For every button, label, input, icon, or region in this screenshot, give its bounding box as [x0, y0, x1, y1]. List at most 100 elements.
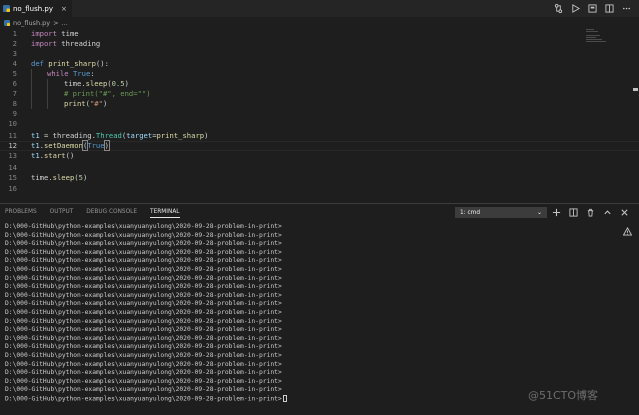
terminal-line: D:\000-GitHub\python-examples\xuanyuanyu… — [5, 343, 605, 352]
terminal-prompt: D:\000-GitHub\python-examples\xuanyuanyu… — [5, 395, 282, 403]
terminal-prompt: D:\000-GitHub\python-examples\xuanyuanyu… — [5, 231, 282, 239]
keyword: import — [31, 29, 57, 38]
breadcrumb-file[interactable]: no_flush.py — [13, 19, 50, 27]
terminal-line: D:\000-GitHub\python-examples\xuanyuanyu… — [5, 369, 605, 378]
variable: t1 — [31, 151, 40, 160]
warning-icon[interactable] — [623, 227, 632, 236]
function-name: print_sharp — [156, 131, 205, 140]
terminal-instance-select[interactable]: 1: cmd ⌄ — [455, 207, 547, 218]
breadcrumb-separator: > — [53, 19, 59, 27]
code-editor[interactable]: 1 import time 2 import threading 3 4 def pr… — [0, 29, 639, 203]
code-line-5: 5 while True: — [0, 69, 600, 79]
terminal-line: D:\000-GitHub\python-examples\xuanyuanyu… — [5, 352, 605, 361]
watermark: @51CTO博客 — [528, 389, 599, 402]
code-line-3: 3 — [0, 49, 600, 59]
new-terminal-icon[interactable] — [552, 208, 561, 217]
module-name: time — [64, 79, 82, 88]
variable: t1 — [31, 131, 40, 140]
line-number: 6 — [12, 79, 17, 88]
breadcrumb-symbols[interactable]: ... — [62, 19, 68, 27]
run-python-file-icon[interactable] — [570, 4, 580, 14]
panel-actions — [552, 206, 629, 218]
terminal-line: D:\000-GitHub\python-examples\xuanyuanyu… — [5, 309, 605, 318]
terminal-line: D:\000-GitHub\python-examples\xuanyuanyu… — [5, 335, 605, 344]
bottom-panel: PROBLEMS OUTPUT DEBUG CONSOLE TERMINAL 1… — [0, 203, 639, 415]
terminal-line: D:\000-GitHub\python-examples\xuanyuanyu… — [5, 318, 605, 327]
terminal-line: D:\000-GitHub\python-examples\xuanyuanyu… — [5, 232, 605, 241]
compare-changes-icon[interactable] — [553, 4, 563, 14]
close-tab-icon[interactable]: × — [61, 5, 67, 13]
terminal-prompt: D:\000-GitHub\python-examples\xuanyuanyu… — [5, 369, 282, 377]
terminal-line: D:\000-GitHub\python-examples\xuanyuanyu… — [5, 394, 605, 404]
function-name: sleep — [85, 79, 108, 88]
tab-no-flush-py[interactable]: no_flush.py × — [0, 0, 72, 17]
terminal-output[interactable]: D:\000-GitHub\python-examples\xuanyuanyu… — [5, 223, 605, 403]
split-terminal-icon[interactable] — [569, 207, 578, 217]
line-number: 14 — [8, 163, 17, 172]
tab-label: no_flush.py — [13, 4, 53, 13]
tab-terminal[interactable]: TERMINAL — [150, 209, 180, 218]
terminal-prompt: D:\000-GitHub\python-examples\xuanyuanyu… — [5, 223, 282, 230]
variable: t1 — [31, 141, 40, 150]
keyword: import — [31, 39, 57, 48]
punctuation: (): — [95, 59, 109, 68]
code-line-16: 16 — [0, 184, 600, 194]
code-line-14: 14 — [0, 163, 600, 173]
terminal-prompt: D:\000-GitHub\python-examples\xuanyuanyu… — [5, 248, 282, 256]
code-line-8: 8 print("#") — [0, 99, 600, 109]
code-line-15: 15 time.sleep(5) — [0, 173, 600, 183]
scrollbar-marker[interactable] — [633, 88, 638, 91]
code-line-1: 1 import time — [0, 29, 600, 39]
terminal-line: D:\000-GitHub\python-examples\xuanyuanyu… — [5, 292, 605, 301]
terminal-prompt: D:\000-GitHub\python-examples\xuanyuanyu… — [5, 351, 282, 359]
chevron-down-icon: ⌄ — [536, 209, 542, 216]
maximize-panel-icon[interactable] — [603, 208, 612, 217]
terminal-line: D:\000-GitHub\python-examples\xuanyuanyu… — [5, 361, 605, 370]
terminal-prompt: D:\000-GitHub\python-examples\xuanyuanyu… — [5, 326, 282, 334]
line-number: 1 — [12, 29, 17, 38]
constant: True — [68, 69, 91, 78]
function-name: start — [43, 151, 66, 160]
tab-debug-console[interactable]: DEBUG CONSOLE — [86, 209, 137, 215]
terminal-prompt: D:\000-GitHub\python-examples\xuanyuanyu… — [5, 274, 282, 282]
terminal-line: D:\000-GitHub\python-examples\xuanyuanyu… — [5, 378, 605, 387]
terminal-prompt: D:\000-GitHub\python-examples\xuanyuanyu… — [5, 360, 282, 368]
more-actions-icon[interactable] — [621, 4, 631, 14]
terminal-prompt: D:\000-GitHub\python-examples\xuanyuanyu… — [5, 240, 282, 248]
line-number: 8 — [12, 99, 17, 108]
terminal-prompt: D:\000-GitHub\python-examples\xuanyuanyu… — [5, 257, 282, 265]
class-name: Thread — [95, 131, 122, 140]
line-number: 10 — [8, 119, 17, 128]
punctuation: () — [65, 151, 75, 160]
tab-problems[interactable]: PROBLEMS — [5, 209, 37, 215]
code-line-12: 12 t1.setDaemon(True) — [0, 140, 600, 151]
close-panel-icon[interactable] — [620, 208, 629, 217]
minimap[interactable] — [586, 29, 626, 43]
code-line-13: 13 t1.start() — [0, 151, 600, 161]
split-editor-icon[interactable] — [604, 4, 614, 14]
line-number: 15 — [8, 173, 17, 182]
terminal-line: D:\000-GitHub\python-examples\xuanyuanyu… — [5, 283, 605, 292]
line-number: 2 — [12, 39, 17, 48]
line-number: 9 — [12, 109, 17, 118]
punctuation: : — [90, 69, 95, 78]
terminal-line: D:\000-GitHub\python-examples\xuanyuanyu… — [5, 300, 605, 309]
operator: = — [39, 131, 53, 140]
function-name: setDaemon — [43, 141, 83, 150]
code-line-7: 7 # print("#", end="") — [0, 89, 600, 99]
terminal-line: D:\000-GitHub\python-examples\xuanyuanyu… — [5, 386, 605, 395]
terminal-prompt: D:\000-GitHub\python-examples\xuanyuanyu… — [5, 283, 282, 291]
open-preview-icon[interactable] — [587, 4, 597, 14]
terminal-line: D:\000-GitHub\python-examples\xuanyuanyu… — [5, 223, 605, 232]
line-number: 16 — [8, 184, 17, 193]
number: 0.5 — [111, 79, 125, 88]
function-name: print — [64, 99, 86, 108]
terminal-line: D:\000-GitHub\python-examples\xuanyuanyu… — [5, 240, 605, 249]
keyword: def — [31, 59, 44, 68]
tab-output[interactable]: OUTPUT — [50, 209, 74, 215]
line-number: 5 — [12, 69, 17, 78]
editor-tab-bar: no_flush.py × — [0, 0, 639, 17]
function-name: sleep — [52, 173, 75, 182]
terminal-prompt: D:\000-GitHub\python-examples\xuanyuanyu… — [5, 377, 282, 385]
kill-terminal-icon[interactable] — [586, 208, 595, 217]
